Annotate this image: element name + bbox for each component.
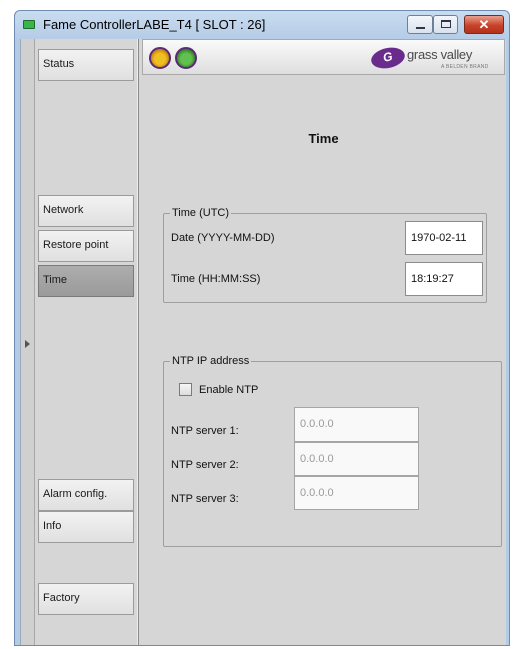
ntp-ip-legend: NTP IP address [170,355,252,367]
connection-indicator-icon[interactable] [175,47,197,69]
enable-ntp-label[interactable]: Enable NTP [199,384,258,396]
expand-arrow-icon[interactable] [25,340,30,348]
main-panel: G grass valley A BELDEN BRAND Time Time … [142,39,507,645]
time-label: Time (HH:MM:SS) [171,273,261,285]
date-label: Date (YYYY-MM-DD) [171,232,275,244]
app-icon [23,20,35,29]
window-title: Fame ControllerLABE_T4 [ SLOT : 26] [43,17,266,32]
time-utc-group: Time (UTC) Date (YYYY-MM-DD) 1970-02-11 … [163,207,487,303]
nav-divider[interactable] [137,39,139,645]
collapse-strip[interactable] [21,39,35,645]
sidebar-item-network[interactable]: Network [38,195,134,227]
title-bar[interactable]: Fame ControllerLABE_T4 [ SLOT : 26] ✕ [15,11,509,39]
sidebar-item-alarm-config[interactable]: Alarm config. [38,479,134,511]
ntp-ip-group: NTP IP address Enable NTP NTP server 1: … [163,355,502,547]
ntp-server-3-input[interactable]: 0.0.0.0 [294,476,419,510]
grass-valley-logo-icon: G [369,44,407,72]
maximize-icon [441,20,451,28]
client-area: Status Network Restore point Time Alarm … [20,39,507,645]
panel-header: G grass valley A BELDEN BRAND [142,39,505,75]
sidebar-item-factory[interactable]: Factory [38,583,134,615]
sidebar-item-time[interactable]: Time [38,265,134,297]
page-title: Time [308,131,339,146]
ntp-server-2-input[interactable]: 0.0.0.0 [294,442,419,476]
brand-subtitle: A BELDEN BRAND [441,64,489,70]
ntp-server-1-label: NTP server 1: [171,425,239,437]
minimize-button[interactable] [407,15,433,34]
time-input[interactable]: 18:19:27 [405,262,483,296]
date-input[interactable]: 1970-02-11 [405,221,483,255]
sidebar-item-status[interactable]: Status [38,49,134,81]
maximize-button[interactable] [433,15,458,34]
ntp-server-1-input[interactable]: 0.0.0.0 [294,407,419,442]
enable-ntp-checkbox[interactable] [179,383,192,396]
status-indicator-icon[interactable] [149,47,171,69]
brand-name: grass valley [407,47,473,62]
sidebar-item-restore-point[interactable]: Restore point [38,230,134,262]
close-icon: ✕ [478,17,490,32]
sidebar-item-info[interactable]: Info [38,511,134,543]
application-window: Fame ControllerLABE_T4 [ SLOT : 26] ✕ St… [14,10,510,646]
sidebar-nav: Status Network Restore point Time Alarm … [35,39,139,645]
minimize-icon [416,27,425,29]
ntp-server-2-label: NTP server 2: [171,459,239,471]
time-utc-legend: Time (UTC) [170,207,232,219]
ntp-server-3-label: NTP server 3: [171,493,239,505]
close-button[interactable]: ✕ [464,15,504,34]
